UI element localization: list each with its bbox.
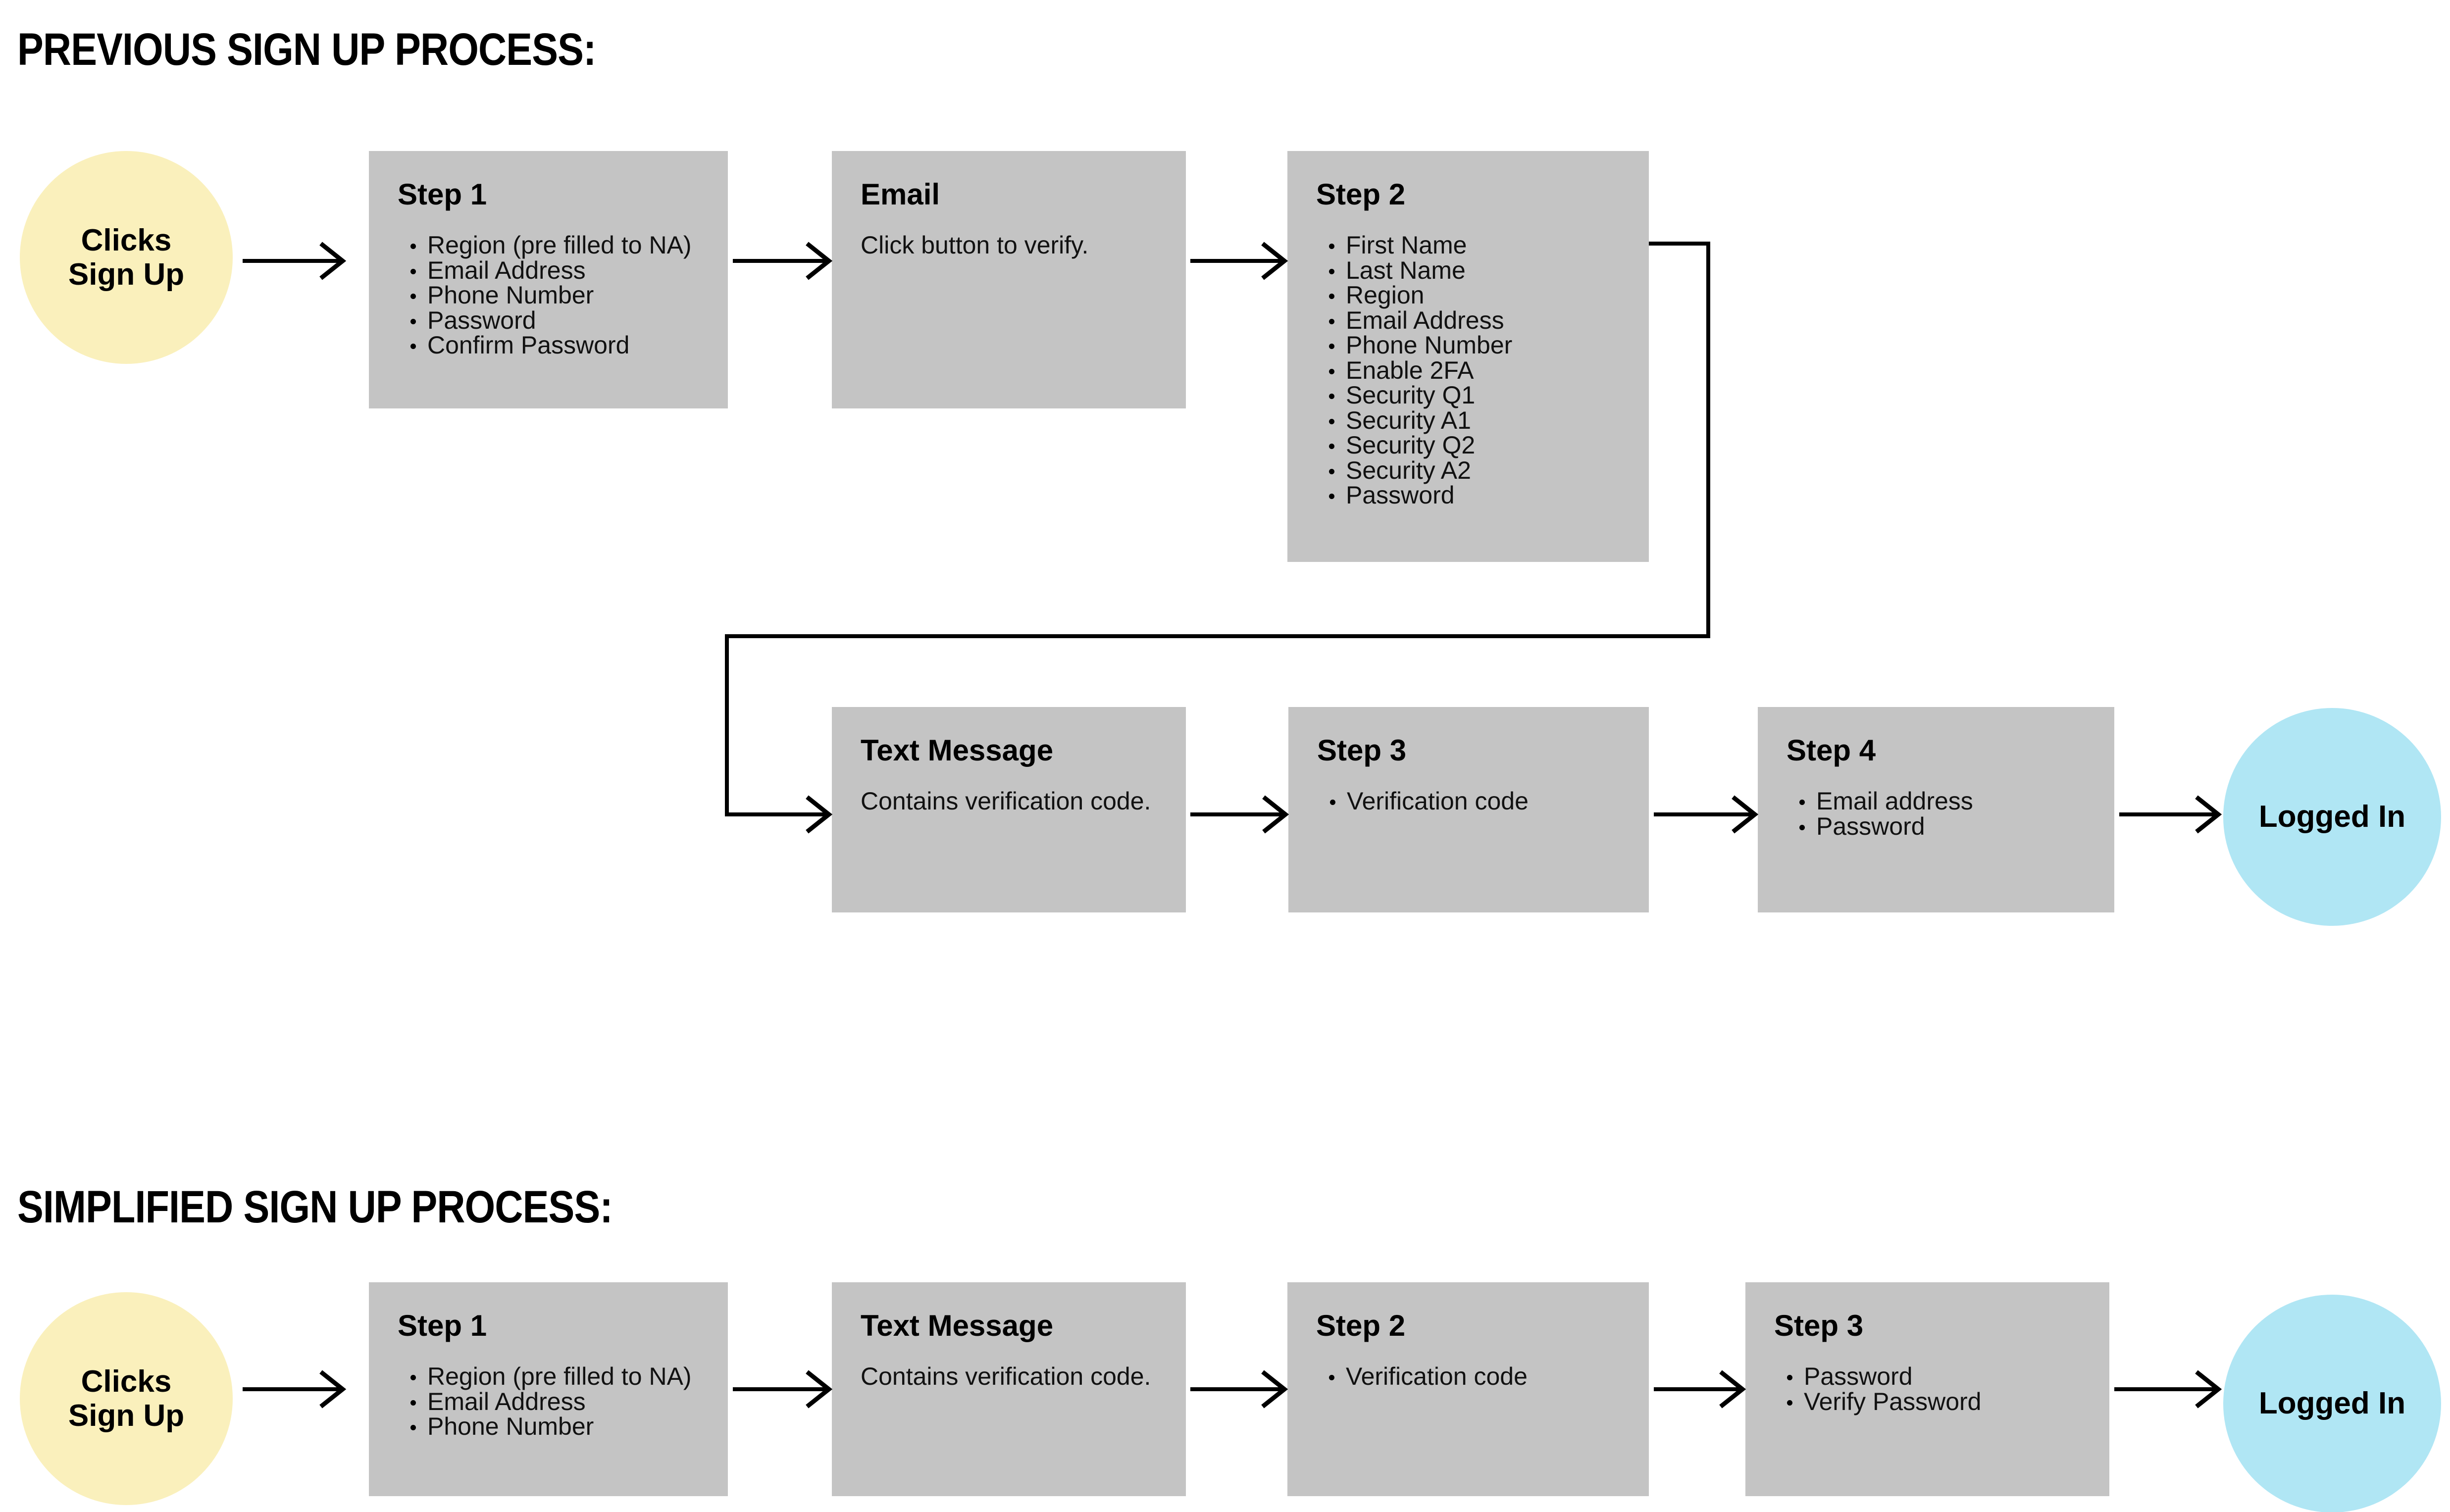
node-title: Step 2 xyxy=(1316,1309,1406,1342)
list-item: Security Q1 xyxy=(1320,383,1512,408)
arrow-prev-step-4-to-logged-in xyxy=(2119,795,2222,834)
list-item: Password xyxy=(402,307,692,333)
node-prev-step-4: Step 4 Email address Password xyxy=(1758,707,2114,912)
node-body-text: Contains verification code. xyxy=(861,1362,1151,1390)
list-item: First Name xyxy=(1320,233,1512,258)
end-node-label: Logged In xyxy=(2258,800,2406,834)
list-item: Email Address xyxy=(402,1389,692,1414)
arrow-simp-text-message-to-step-2 xyxy=(1190,1370,1288,1409)
node-bullet-list-simp-step-2: Verification code xyxy=(1320,1364,1528,1389)
node-prev-step-1: Step 1 Region (pre filled to NA) Email A… xyxy=(369,151,728,408)
node-prev-email: Email Click button to verify. xyxy=(832,151,1186,408)
list-item: Security A1 xyxy=(1320,407,1512,433)
section-title-previous: PREVIOUS SIGN UP PROCESS: xyxy=(17,24,596,75)
node-title: Step 1 xyxy=(398,178,487,211)
arrow-prev-text-message-to-step-3 xyxy=(1190,795,1289,834)
node-prev-text-message: Text Message Contains verification code. xyxy=(832,707,1186,912)
start-node-clicks-sign-up-previous: Clicks Sign Up xyxy=(20,151,233,364)
start-node-label: Clicks Sign Up xyxy=(68,1364,185,1433)
start-node-label: Clicks Sign Up xyxy=(68,223,185,292)
node-simp-text-message: Text Message Contains verification code. xyxy=(832,1282,1186,1496)
list-item: Security A2 xyxy=(1320,457,1512,483)
arrow-start-to-prev-step-1 xyxy=(243,242,347,280)
node-title: Step 4 xyxy=(1786,734,1876,767)
node-bullet-list-prev-step-3: Verification code xyxy=(1321,789,1529,814)
list-item: Email Address xyxy=(402,257,692,283)
arrow-simp-step-2-to-step-3 xyxy=(1654,1370,1746,1409)
list-item: Verify Password xyxy=(1778,1389,1981,1414)
node-simp-step-2: Step 2 Verification code xyxy=(1287,1282,1649,1496)
node-bullet-list-prev-step-4: Email address Password xyxy=(1790,789,1973,839)
node-prev-step-3: Step 3 Verification code xyxy=(1288,707,1649,912)
arrow-start-to-simp-step-1 xyxy=(243,1370,347,1409)
list-item: Enable 2FA xyxy=(1320,357,1512,383)
node-title: Step 3 xyxy=(1317,734,1407,767)
list-item: Security Q2 xyxy=(1320,433,1512,458)
end-node-label: Logged In xyxy=(2258,1386,2406,1421)
list-item: Password xyxy=(1790,813,1973,839)
node-title: Text Message xyxy=(861,1309,1054,1342)
end-node-logged-in-previous: Logged In xyxy=(2223,708,2441,926)
node-bullet-list-simp-step-3: Password Verify Password xyxy=(1778,1364,1981,1414)
list-item: Verification code xyxy=(1320,1364,1528,1389)
node-bullet-list-simp-step-1: Region (pre filled to NA) Email Address … xyxy=(402,1364,692,1439)
node-title: Email xyxy=(861,178,940,211)
list-item: Region (pre filled to NA) xyxy=(402,233,692,258)
list-item: Region (pre filled to NA) xyxy=(402,1364,692,1389)
end-node-logged-in-simplified: Logged In xyxy=(2223,1295,2441,1512)
list-item: Phone Number xyxy=(402,1414,692,1439)
node-prev-step-2: Step 2 First Name Last Name Region Email… xyxy=(1287,151,1649,562)
node-simp-step-3: Step 3 Password Verify Password xyxy=(1745,1282,2109,1496)
node-body-text: Click button to verify. xyxy=(861,231,1089,259)
list-item: Email address xyxy=(1790,789,1973,814)
flowchart-canvas: PREVIOUS SIGN UP PROCESS: Clicks Sign Up… xyxy=(0,0,2450,1512)
start-node-clicks-sign-up-simplified: Clicks Sign Up xyxy=(20,1292,233,1505)
list-item: Confirm Password xyxy=(402,333,692,358)
list-item: Verification code xyxy=(1321,789,1529,814)
node-bullet-list-prev-step-1: Region (pre filled to NA) Email Address … xyxy=(402,233,692,358)
list-item: Password xyxy=(1320,483,1512,508)
arrow-prev-step-1-to-email xyxy=(733,242,833,280)
arrow-prev-email-to-step-2 xyxy=(1190,242,1288,280)
node-title: Text Message xyxy=(861,734,1054,767)
section-title-simplified: SIMPLIFIED SIGN UP PROCESS: xyxy=(17,1182,613,1232)
list-item: Phone Number xyxy=(1320,333,1512,358)
node-title: Step 2 xyxy=(1316,178,1406,211)
list-item: Phone Number xyxy=(402,283,692,308)
arrow-simp-step-1-to-text-message xyxy=(733,1370,833,1409)
node-title: Step 1 xyxy=(398,1309,487,1342)
node-title: Step 3 xyxy=(1774,1309,1864,1342)
node-bullet-list-prev-step-2: First Name Last Name Region Email Addres… xyxy=(1320,233,1512,508)
list-item: Password xyxy=(1778,1364,1981,1389)
list-item: Last Name xyxy=(1320,257,1512,283)
list-item: Region xyxy=(1320,283,1512,308)
arrow-simp-step-3-to-logged-in xyxy=(2114,1370,2222,1409)
arrow-prev-step-3-to-step-4 xyxy=(1654,795,1759,834)
list-item: Email Address xyxy=(1320,307,1512,333)
node-simp-step-1: Step 1 Region (pre filled to NA) Email A… xyxy=(369,1282,728,1496)
node-body-text: Contains verification code. xyxy=(861,787,1151,815)
